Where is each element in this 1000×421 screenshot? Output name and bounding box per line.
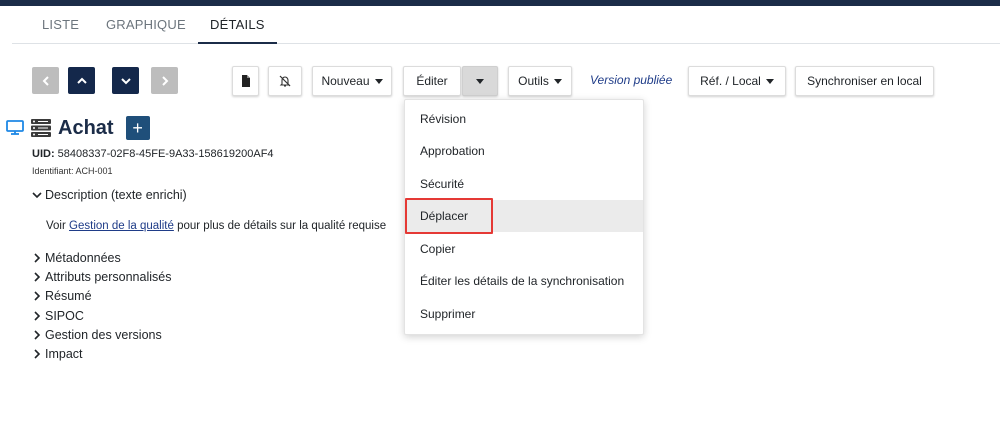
prev-button[interactable] <box>32 67 59 94</box>
tab-liste[interactable]: LISTE <box>42 10 79 44</box>
section-sipoc[interactable]: SIPOC <box>32 309 84 323</box>
chevron-right-icon <box>34 291 41 301</box>
bell-off-icon <box>279 75 291 87</box>
section-description-label: Description (texte enrichi) <box>45 188 187 202</box>
sync-local-button[interactable]: Synchroniser en local <box>795 66 934 96</box>
chevron-right-icon <box>34 330 41 340</box>
menu-item-approbation[interactable]: Approbation <box>405 135 643 167</box>
menu-item-editer-sync[interactable]: Éditer les détails de la synchronisation <box>405 265 643 297</box>
section-impact[interactable]: Impact <box>32 347 83 361</box>
tab-graphique[interactable]: GRAPHIQUE <box>106 10 186 44</box>
outils-button[interactable]: Outils <box>508 66 572 96</box>
next-button[interactable] <box>151 67 178 94</box>
section-metadonnees[interactable]: Métadonnées <box>32 251 121 265</box>
version-status: Version publiée <box>590 73 673 87</box>
page-title: Achat <box>58 116 114 139</box>
chevron-right-icon <box>34 253 41 263</box>
chevron-right-icon <box>161 75 168 86</box>
chevron-right-icon <box>34 272 41 282</box>
chevron-up-icon <box>76 77 87 84</box>
chevron-right-icon <box>34 349 41 359</box>
caret-down-icon <box>765 78 774 84</box>
section-sipoc-label: SIPOC <box>45 309 84 323</box>
section-description[interactable]: Description (texte enrichi) <box>32 188 187 202</box>
caret-down-icon <box>476 78 484 84</box>
caret-down-icon <box>553 78 562 84</box>
view-tabs: LISTE GRAPHIQUE DÉTAILS <box>12 10 1000 44</box>
nouveau-label: Nouveau <box>321 74 370 88</box>
ref-local-button[interactable]: Réf. / Local <box>688 66 786 96</box>
document-icon <box>241 75 250 87</box>
uid-value: 58408337-02F8-45FE-9A33-158619200AF4 <box>57 148 274 160</box>
tab-details[interactable]: DÉTAILS <box>198 10 277 44</box>
editer-button[interactable]: Éditer <box>403 66 461 96</box>
highlight-box <box>405 198 493 234</box>
monitor-icon <box>6 120 24 135</box>
down-button[interactable] <box>112 67 139 94</box>
section-versions-label: Gestion des versions <box>45 328 162 342</box>
add-button[interactable]: + <box>125 116 150 140</box>
ref-local-label: Réf. / Local <box>700 74 761 88</box>
section-resume-label: Résumé <box>45 289 92 303</box>
quality-management-link[interactable]: Gestion de la qualité <box>69 220 174 232</box>
uid-label: UID: <box>32 148 55 160</box>
editer-dropdown-toggle[interactable] <box>462 66 498 96</box>
chevron-down-icon <box>120 77 131 84</box>
editer-label: Éditer <box>416 74 448 88</box>
uid-line: UID: 58408337-02F8-45FE-9A33-158619200AF… <box>32 148 274 160</box>
nouveau-button[interactable]: Nouveau <box>312 66 392 96</box>
chevron-left-icon <box>42 75 49 86</box>
identifier-value: ACH-001 <box>75 166 113 176</box>
section-metadonnees-label: Métadonnées <box>45 251 121 265</box>
up-button[interactable] <box>68 67 95 94</box>
section-attributs[interactable]: Attributs personnalisés <box>32 270 171 284</box>
section-versions[interactable]: Gestion des versions <box>32 328 162 342</box>
menu-item-supprimer[interactable]: Supprimer <box>405 298 643 330</box>
caret-down-icon <box>374 78 383 84</box>
section-attributs-label: Attributs personnalisés <box>45 270 172 284</box>
sync-local-label: Synchroniser en local <box>807 74 922 88</box>
chevron-down-icon <box>32 192 42 199</box>
section-resume[interactable]: Résumé <box>32 289 92 303</box>
chevron-right-icon <box>34 311 41 321</box>
notifications-off-button[interactable] <box>268 66 302 96</box>
desc-suffix: pour plus de détails sur la qualité requ… <box>177 220 387 232</box>
top-bar <box>0 0 1000 6</box>
server-icon <box>31 119 51 137</box>
section-impact-label: Impact <box>45 347 83 361</box>
description-text: Voir Gestion de la qualité pour plus de … <box>46 220 386 232</box>
record-title-row: Achat + <box>6 115 150 141</box>
outils-label: Outils <box>518 74 549 88</box>
identifier-label: Identifiant: <box>32 166 74 176</box>
desc-prefix: Voir <box>46 220 66 232</box>
menu-item-revision[interactable]: Révision <box>405 103 643 135</box>
document-button[interactable] <box>232 66 259 96</box>
menu-item-copier[interactable]: Copier <box>405 233 643 265</box>
menu-item-securite[interactable]: Sécurité <box>405 168 643 200</box>
identifier-line: Identifiant: ACH-001 <box>32 166 113 176</box>
